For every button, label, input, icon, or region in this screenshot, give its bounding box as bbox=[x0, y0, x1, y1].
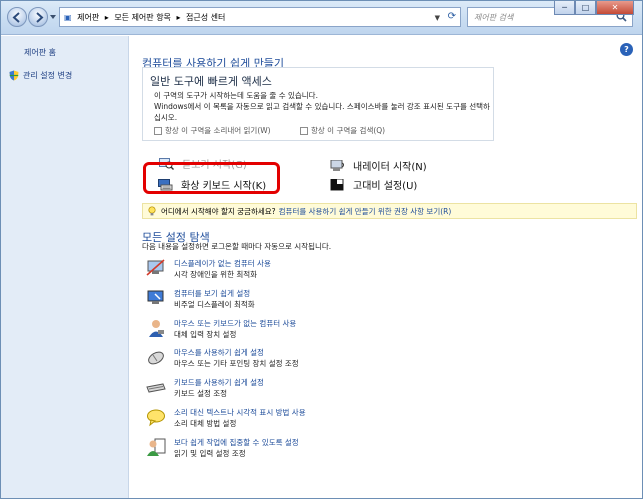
setting-description: 마우스 또는 기타 포인팅 장치 설정 조정 bbox=[174, 359, 299, 369]
narrator-icon bbox=[330, 159, 344, 171]
high-contrast-label: 고대비 설정(U) bbox=[353, 181, 418, 192]
forward-button[interactable] bbox=[28, 7, 48, 27]
quick-access-description: Windows에서 이 목록을 자동으로 읽고 검색할 수 있습니다. 스페이스… bbox=[154, 102, 490, 122]
search-placeholder: 제어판 검색 bbox=[474, 13, 514, 22]
display-off-icon bbox=[146, 259, 165, 276]
highlight-box bbox=[143, 162, 280, 194]
breadcrumb-separator[interactable]: ▸ bbox=[176, 13, 180, 22]
checkbox-box[interactable] bbox=[154, 126, 162, 135]
address-bar[interactable]: ▣ 제어판 ▸ 모든 제어판 항목 ▸ 접근성 센터 ▼ ⟳ bbox=[59, 7, 461, 27]
explore-settings-subtitle: 다음 내용을 설정하면 로그온할 때마다 자동으로 시작됩니다. bbox=[142, 242, 332, 251]
sidebar-item-label: 관리 설정 변경 bbox=[23, 71, 73, 80]
quick-access-subtitle: 이 구역의 도구가 시작하는데 도움을 줄 수 있습니다. bbox=[154, 91, 318, 100]
shield-icon bbox=[9, 70, 19, 81]
list-item: 마우스를 사용하기 쉽게 설정 마우스 또는 기타 포인팅 장치 설정 조정 bbox=[146, 345, 606, 375]
window-controls: ─ □ ✕ bbox=[554, 1, 634, 15]
recommendations-link[interactable]: 컴퓨터를 사용하기 쉽게 만들기 위한 권장 사항 보기(R) bbox=[279, 206, 452, 217]
breadcrumb-item[interactable]: 모든 제어판 항목 bbox=[114, 13, 171, 22]
control-panel-icon: ▣ bbox=[64, 13, 72, 22]
maximize-button[interactable]: □ bbox=[575, 1, 596, 15]
settings-list: 디스플레이가 없는 컴퓨터 사용 시각 장애인을 위한 최적화 컴퓨터를 보기 … bbox=[146, 256, 606, 465]
setting-link[interactable]: 보다 쉽게 작업에 집중할 수 있도록 설정 bbox=[174, 437, 299, 448]
setting-description: 키보드 설정 조정 bbox=[174, 389, 228, 399]
title-bar: ▣ 제어판 ▸ 모든 제어판 항목 ▸ 접근성 센터 ▼ ⟳ 제어판 검색 ─ … bbox=[1, 1, 642, 35]
lightbulb-icon bbox=[148, 206, 156, 216]
forward-arrow-icon bbox=[36, 12, 44, 23]
address-dropdown-icon[interactable]: ▼ bbox=[435, 14, 440, 22]
setting-link[interactable]: 디스플레이가 없는 컴퓨터 사용 bbox=[174, 258, 271, 269]
speech-bubble-icon bbox=[147, 409, 165, 427]
setting-description: 대체 입력 장치 설정 bbox=[174, 329, 237, 339]
tip-bar: 어디에서 시작해야 할지 궁금하세요? 컴퓨터를 사용하기 쉽게 만들기 위한 … bbox=[142, 203, 637, 219]
close-button[interactable]: ✕ bbox=[596, 1, 634, 15]
keyboard-icon bbox=[146, 383, 166, 393]
scan-checkbox[interactable]: 항상 이 구역을 검색(Q) bbox=[300, 125, 385, 136]
setting-link[interactable]: 키보드를 사용하기 쉽게 설정 bbox=[174, 377, 264, 388]
list-item: 컴퓨터를 보기 쉽게 설정 비주얼 디스플레이 최적화 bbox=[146, 286, 606, 316]
back-button[interactable] bbox=[7, 7, 27, 27]
narrator-label: 내레이터 시작(N) bbox=[353, 162, 427, 173]
list-item: 보다 쉽게 작업에 집중할 수 있도록 설정 읽기 및 입력 설정 조정 bbox=[146, 435, 606, 465]
breadcrumb-separator[interactable]: ▸ bbox=[105, 13, 109, 22]
minimize-button[interactable]: ─ bbox=[554, 1, 575, 15]
setting-link[interactable]: 소리 대신 텍스트나 시각적 표시 방법 사용 bbox=[174, 407, 306, 418]
recent-pages-dropdown-icon[interactable] bbox=[49, 13, 57, 21]
high-contrast-button[interactable]: 고대비 설정(U) bbox=[330, 177, 417, 192]
mouse-icon bbox=[148, 351, 164, 365]
main-content: ? 컴퓨터를 사용하기 쉽게 만들기 일반 도구에 빠르게 액세스 이 구역의 … bbox=[130, 36, 641, 498]
setting-link[interactable]: 마우스 또는 키보드가 없는 컴퓨터 사용 bbox=[174, 318, 296, 329]
setting-description: 소리 대체 방법 설정 bbox=[174, 418, 237, 428]
sidebar-item-home[interactable]: 제어판 홈 bbox=[24, 47, 56, 58]
setting-link[interactable]: 마우스를 사용하기 쉽게 설정 bbox=[174, 347, 264, 358]
list-item: 디스플레이가 없는 컴퓨터 사용 시각 장애인을 위한 최적화 bbox=[146, 256, 606, 286]
checkbox-box[interactable] bbox=[300, 126, 308, 135]
control-panel-window: ▣ 제어판 ▸ 모든 제어판 항목 ▸ 접근성 센터 ▼ ⟳ 제어판 검색 ─ … bbox=[0, 0, 643, 499]
breadcrumb-item[interactable]: 제어판 bbox=[77, 13, 99, 22]
setting-link[interactable]: 컴퓨터를 보기 쉽게 설정 bbox=[174, 288, 250, 299]
list-item: 소리 대신 텍스트나 시각적 표시 방법 사용 소리 대체 방법 설정 bbox=[146, 405, 606, 435]
breadcrumb-item[interactable]: 접근성 센터 bbox=[186, 13, 225, 22]
tip-question: 어디에서 시작해야 할지 궁금하세요? bbox=[161, 206, 276, 216]
setting-description: 읽기 및 입력 설정 조정 bbox=[174, 448, 246, 458]
checkbox-label: 항상 이 구역을 검색(Q) bbox=[311, 126, 386, 135]
refresh-icon[interactable]: ⟳ bbox=[448, 11, 456, 22]
narrator-button[interactable]: 내레이터 시작(N) bbox=[330, 158, 427, 173]
sidebar-item-change-admin[interactable]: 관리 설정 변경 bbox=[9, 70, 72, 81]
back-arrow-icon bbox=[12, 12, 20, 23]
person-icon bbox=[149, 319, 164, 337]
list-item: 키보드를 사용하기 쉽게 설정 키보드 설정 조정 bbox=[146, 375, 606, 405]
monitor-icon bbox=[147, 290, 164, 304]
reading-icon bbox=[147, 438, 166, 456]
high-contrast-icon bbox=[330, 178, 344, 190]
checkbox-label: 항상 이 구역을 소리내어 읽기(W) bbox=[165, 126, 271, 135]
quick-access-heading: 일반 도구에 빠르게 액세스 bbox=[150, 75, 272, 88]
setting-description: 비주얼 디스플레이 최적화 bbox=[174, 299, 255, 309]
help-icon[interactable]: ? bbox=[620, 43, 633, 56]
sidebar: 제어판 홈 관리 설정 변경 bbox=[1, 36, 129, 498]
list-item: 마우스 또는 키보드가 없는 컴퓨터 사용 대체 입력 장치 설정 bbox=[146, 316, 606, 346]
breadcrumb: ▣ 제어판 ▸ 모든 제어판 항목 ▸ 접근성 센터 bbox=[64, 12, 228, 23]
setting-description: 시각 장애인을 위한 최적화 bbox=[174, 270, 258, 279]
read-aloud-checkbox[interactable]: 항상 이 구역을 소리내어 읽기(W) bbox=[154, 125, 271, 136]
